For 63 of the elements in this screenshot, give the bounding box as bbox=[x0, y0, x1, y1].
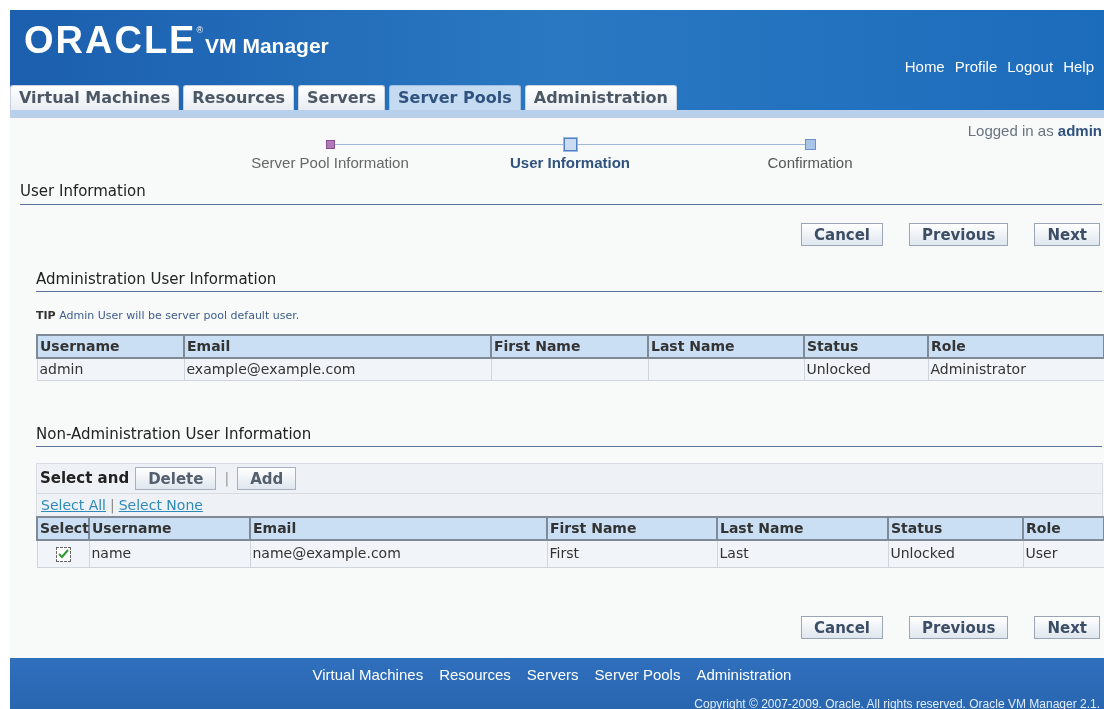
nav-tab[interactable]: Administration bbox=[524, 85, 677, 110]
action-button[interactable]: Previous bbox=[909, 615, 1009, 639]
column-header: Username bbox=[37, 335, 184, 358]
table-cell: Unlocked bbox=[804, 358, 928, 381]
logo: ORACLE bbox=[24, 20, 197, 60]
check-icon bbox=[57, 549, 69, 560]
global-link[interactable]: Help bbox=[1063, 56, 1094, 79]
nav-tab[interactable]: Virtual Machines bbox=[10, 85, 180, 110]
link-separator: | bbox=[110, 495, 115, 516]
row-checkbox[interactable] bbox=[55, 546, 71, 562]
nav-tab[interactable]: Server Pools bbox=[389, 85, 521, 110]
table-cell: name@example.com bbox=[250, 540, 547, 567]
column-header: Status bbox=[888, 517, 1023, 540]
table-cell: example@example.com bbox=[184, 358, 491, 381]
table-cell: First bbox=[547, 540, 717, 567]
column-header: Username bbox=[89, 517, 250, 540]
table-cell: admin bbox=[37, 358, 184, 381]
toolbar-label: Select and bbox=[40, 468, 130, 490]
nav-tab[interactable]: Resources bbox=[183, 85, 295, 110]
action-button[interactable]: Cancel bbox=[801, 615, 883, 639]
footer-link[interactable]: Server Pools bbox=[594, 664, 681, 687]
footer-link[interactable]: Resources bbox=[439, 664, 511, 687]
nav-tab[interactable]: Servers bbox=[298, 85, 385, 110]
toolbar-separator: | bbox=[223, 469, 231, 489]
tip-text: TIP Admin User will be server pool default user. bbox=[36, 307, 301, 324]
global-link[interactable]: Profile bbox=[954, 56, 998, 79]
global-link[interactable]: Logout bbox=[1007, 56, 1054, 79]
column-header: Status bbox=[804, 335, 928, 358]
column-header: Select bbox=[37, 517, 89, 540]
table-cell: Administrator bbox=[928, 358, 1104, 381]
column-header: Role bbox=[1023, 517, 1104, 540]
column-header: Last Name bbox=[648, 335, 804, 358]
action-button[interactable]: Previous bbox=[909, 222, 1009, 246]
column-header: Email bbox=[250, 517, 547, 540]
delete-button[interactable]: Delete bbox=[135, 467, 217, 490]
table-cell: User bbox=[1023, 540, 1104, 567]
step-label: Server Pool Information bbox=[251, 153, 409, 173]
page-title: User Information bbox=[20, 181, 146, 200]
section-title: Non-Administration User Information bbox=[36, 425, 312, 443]
section-title: Administration User Information bbox=[36, 269, 277, 288]
table-cell: name bbox=[89, 540, 250, 567]
column-header: First Name bbox=[547, 517, 717, 540]
column-header: Role bbox=[928, 335, 1104, 358]
action-button[interactable]: Next bbox=[1034, 222, 1100, 246]
action-button[interactable]: Cancel bbox=[801, 222, 883, 246]
step-label: Confirmation bbox=[767, 153, 853, 173]
add-button[interactable]: Add bbox=[237, 467, 297, 490]
product-name: VM Manager bbox=[205, 33, 329, 59]
footer-link[interactable]: Virtual Machines bbox=[312, 664, 424, 687]
table-cell: Unlocked bbox=[888, 540, 1023, 567]
step-label: User Information bbox=[510, 153, 630, 173]
footer-link[interactable]: Administration bbox=[696, 664, 792, 687]
logo-mark: ® bbox=[196, 24, 204, 35]
login-status: Logged in as admin bbox=[967, 121, 1102, 138]
select-all-link[interactable]: Select All bbox=[41, 494, 106, 516]
action-button[interactable]: Next bbox=[1034, 615, 1100, 639]
column-header: Last Name bbox=[717, 517, 888, 540]
footer-link[interactable]: Servers bbox=[526, 664, 579, 687]
global-link[interactable]: Home bbox=[904, 56, 945, 79]
table-cell: Last bbox=[717, 540, 888, 567]
column-header: Email bbox=[184, 335, 491, 358]
column-header: First Name bbox=[491, 335, 648, 358]
select-none-link[interactable]: Select None bbox=[118, 494, 203, 516]
